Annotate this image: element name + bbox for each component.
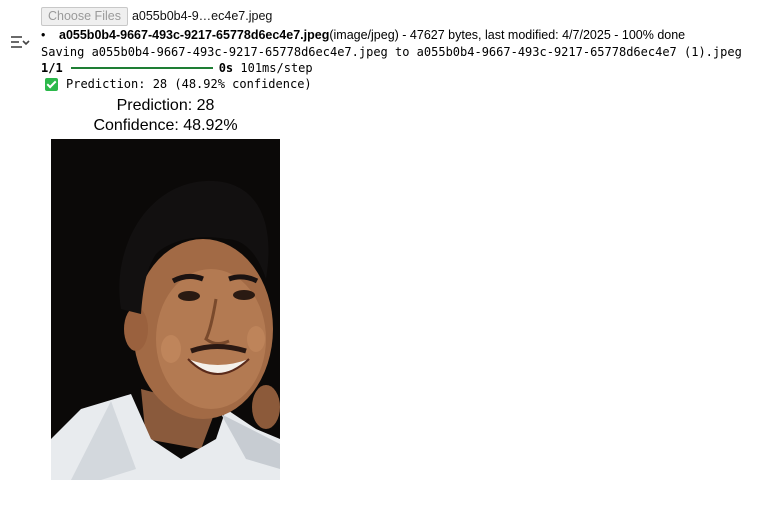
uploaded-details: - 47627 bytes, last modified: 4/7/2025 -… xyxy=(398,28,686,42)
face-photo xyxy=(51,139,280,480)
progress-step: 1/1 xyxy=(41,61,63,75)
uploaded-file-list: • a055b0b4-9667-493c-9217-65778d6ec4e7.j… xyxy=(41,27,761,44)
file-chosen-label: a055b0b4-9…ec4e7.jpeg xyxy=(131,9,273,23)
output-collapse-icon-svg xyxy=(11,36,30,48)
figure-title-confidence: Confidence: 48.92% xyxy=(93,117,238,134)
face-photo-image xyxy=(51,139,280,480)
list-bullet: • xyxy=(41,28,46,42)
file-upload-row: Choose Files a055b0b4-9…ec4e7.jpeg xyxy=(41,6,761,26)
uploaded-mime: (image/jpeg) xyxy=(329,28,399,42)
saving-line: Saving a055b0b4-9667-493c-9217-65778d6ec… xyxy=(41,45,742,59)
uploaded-filename: a055b0b4-9667-493c-9217-65778d6ec4e7.jpe… xyxy=(59,28,330,42)
output-area: Choose Files a055b0b4-9…ec4e7.jpeg • a05… xyxy=(41,6,761,92)
choose-files-button[interactable]: Choose Files xyxy=(41,6,128,26)
check-icon xyxy=(45,77,58,91)
figure-title-prediction: Prediction: 28 xyxy=(116,97,215,114)
progress-bar xyxy=(70,67,213,69)
prediction-text: Prediction: 28 (48.92% confidence) xyxy=(66,77,312,91)
notebook-cell-output: Choose Files a055b0b4-9…ec4e7.jpeg • a05… xyxy=(0,0,768,515)
progress-rate: 101ms/step xyxy=(233,61,313,75)
prediction-row: Prediction: 28 (48.92% confidence) xyxy=(41,76,761,92)
progress-row: 1/1 0s 101ms/step xyxy=(41,60,761,76)
progress-time: 0s xyxy=(218,61,234,75)
uploaded-file-item: • a055b0b4-9667-493c-9217-65778d6ec4e7.j… xyxy=(41,27,761,44)
output-collapse-icon[interactable] xyxy=(8,32,32,52)
prediction-figure: Prediction: 28 Confidence: 48.92% xyxy=(51,96,280,480)
